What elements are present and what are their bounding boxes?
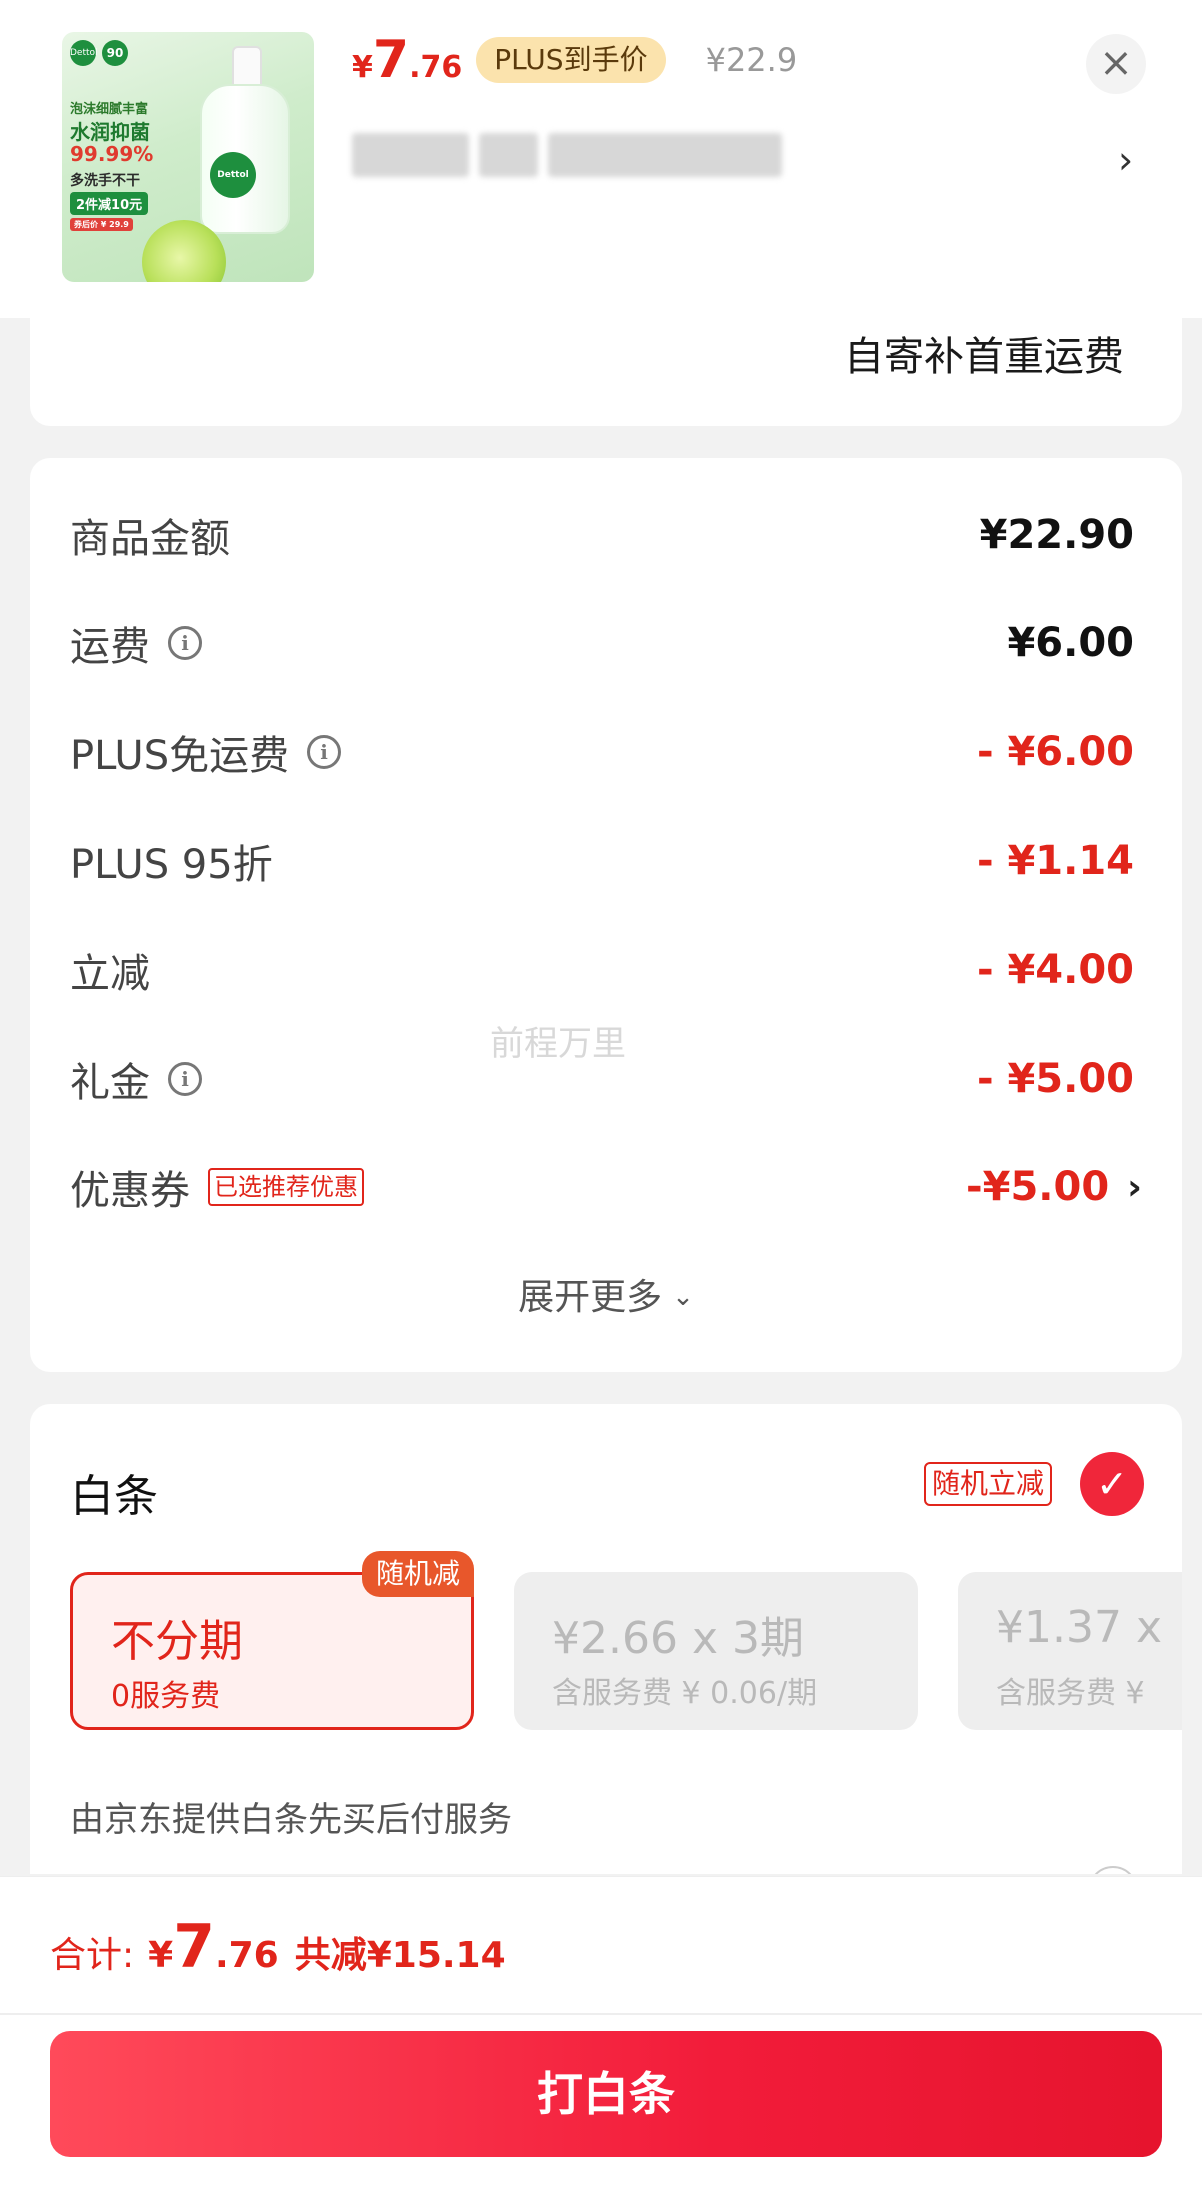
image-text-line: 水润抑菌 xyxy=(70,120,150,144)
baitiao-description: 由京东提供白条先买后付服务 xyxy=(70,1800,512,1840)
product-header: Dettol 90 泡沫细腻丰富 水润抑菌 99.99% 多洗手不干 2件减10… xyxy=(0,0,1202,318)
detail-label: 运费 xyxy=(70,624,150,670)
detail-row-plus-free-shipping: PLUS免运费 i - ¥6.00 xyxy=(70,717,1134,787)
watermark: 前程万里 xyxy=(490,1024,626,1064)
option-sub: 含服务费 ¥ xyxy=(996,1676,1145,1711)
total-summary: 合计: ¥ 7 .76 共减¥15.14 xyxy=(50,1917,506,1978)
close-icon: × xyxy=(1099,40,1133,86)
baitiao-card: 白条 随机立减 ✓ 随机减 不分期 0服务费 ¥2.66 x 3期 含服务费 ¥… xyxy=(30,1404,1182,1874)
option-main: ¥1.37 x xyxy=(996,1602,1162,1653)
shipping-card: 自寄补首重运费 xyxy=(30,318,1182,426)
total-integer: 7 xyxy=(173,1912,215,1982)
plus-price-tag: PLUS到手价 xyxy=(476,37,666,83)
detail-label: PLUS免运费 xyxy=(70,733,290,779)
random-discount-tag: 随机立减 xyxy=(924,1462,1053,1506)
detail-label: 商品金额 xyxy=(70,516,230,562)
option-sub: 含服务费 ¥ 0.06/期 xyxy=(552,1676,818,1711)
expand-label: 展开更多 xyxy=(518,1277,663,1318)
price-integer: 7 xyxy=(372,30,410,90)
detail-label: 优惠券 xyxy=(70,1168,190,1214)
shipping-note: 自寄补首重运费 xyxy=(844,334,1124,380)
dettol-label-graphic: Dettol xyxy=(210,152,256,198)
total-saved: 共减¥15.14 xyxy=(294,1935,506,1976)
check-icon[interactable]: ✓ xyxy=(1080,1452,1144,1516)
installment-option-3[interactable]: ¥2.66 x 3期 含服务费 ¥ 0.06/期 xyxy=(514,1572,918,1730)
option-main: ¥2.66 x 3期 xyxy=(552,1613,804,1664)
original-price: ¥22.9 xyxy=(705,41,798,79)
total-decimal: .76 xyxy=(214,1935,279,1976)
random-reduce-badge: 随机减 xyxy=(361,1551,474,1597)
coupon-recommend-tag: 已选推荐优惠 xyxy=(208,1168,364,1206)
price-row: ¥ 7 .76 PLUS到手价 ¥22.9 xyxy=(352,30,797,90)
chevron-right-icon[interactable]: › xyxy=(1127,1167,1142,1208)
close-button[interactable]: × xyxy=(1086,34,1146,94)
detail-value: ¥6.00 xyxy=(1007,620,1134,666)
product-title-blurred[interactable] xyxy=(352,130,782,180)
chevron-down-icon: ⌄ xyxy=(672,1282,694,1312)
detail-value: - ¥6.00 xyxy=(976,729,1134,775)
radio-icon[interactable] xyxy=(1088,1866,1138,1874)
detail-label: 礼金 xyxy=(70,1060,150,1106)
image-text-line: 多洗手不干 xyxy=(70,173,140,189)
info-icon[interactable]: i xyxy=(168,626,202,660)
option-sub: 0服务费 xyxy=(111,1679,221,1714)
detail-row-plus-discount: PLUS 95折 - ¥1.14 xyxy=(70,826,1134,896)
plus-price: ¥ 7 .76 xyxy=(352,34,462,86)
detail-row-coupon[interactable]: 优惠券 已选推荐优惠 -¥5.00 › xyxy=(70,1152,1142,1222)
price-decimal: .76 xyxy=(409,50,463,85)
detail-row-shipping: 运费 i ¥6.00 xyxy=(70,608,1134,678)
detail-value: - ¥1.14 xyxy=(976,838,1134,884)
total-label: 合计: xyxy=(50,1935,135,1976)
chevron-right-icon[interactable]: › xyxy=(1118,138,1133,182)
detail-value: - ¥5.00 xyxy=(976,1056,1134,1102)
detail-label: 立减 xyxy=(70,951,150,997)
option-main: 不分期 xyxy=(111,1616,243,1667)
baitiao-title: 白条 xyxy=(70,1471,158,1522)
product-image[interactable]: Dettol 90 泡沫细腻丰富 水润抑菌 99.99% 多洗手不干 2件减10… xyxy=(62,32,314,282)
detail-row-goods-amount: 商品金额 ¥22.90 xyxy=(70,500,1134,570)
detail-value: - ¥4.00 xyxy=(976,947,1134,993)
image-price-tag: 券后价 ¥ 29.9 xyxy=(70,218,133,231)
image-text-line: 99.99% xyxy=(70,142,154,166)
price-details-card: 商品金额 ¥22.90 运费 i ¥6.00 PLUS免运费 i - ¥6.00… xyxy=(30,458,1182,1372)
info-icon[interactable]: i xyxy=(307,735,342,769)
image-text-line: 泡沫细腻丰富 xyxy=(70,102,149,117)
image-promo-tag: 2件减10元 xyxy=(70,192,149,215)
brand-logo: Dettol xyxy=(70,40,98,66)
detail-value: ¥22.90 xyxy=(979,512,1134,558)
expand-more-button[interactable]: 展开更多 ⌄ xyxy=(30,1268,1182,1320)
installment-option-6[interactable]: ¥1.37 x 含服务费 ¥ xyxy=(958,1572,1182,1730)
detail-label: PLUS 95折 xyxy=(70,842,273,888)
anniversary-badge: 90 xyxy=(102,40,128,66)
divider xyxy=(0,2013,1202,2015)
pay-with-baitiao-button[interactable]: 打白条 xyxy=(50,2031,1162,2157)
price-currency: ¥ xyxy=(352,50,373,85)
info-icon[interactable]: i xyxy=(168,1062,202,1096)
detail-row-instant-discount: 立减 - ¥4.00 xyxy=(70,935,1134,1005)
total-currency: ¥ xyxy=(148,1935,174,1976)
installment-option-none[interactable]: 随机减 不分期 0服务费 xyxy=(70,1551,474,1730)
checkout-footer: 合计: ¥ 7 .76 共减¥15.14 打白条 xyxy=(0,1876,1202,2192)
detail-value: -¥5.00 xyxy=(966,1164,1110,1210)
